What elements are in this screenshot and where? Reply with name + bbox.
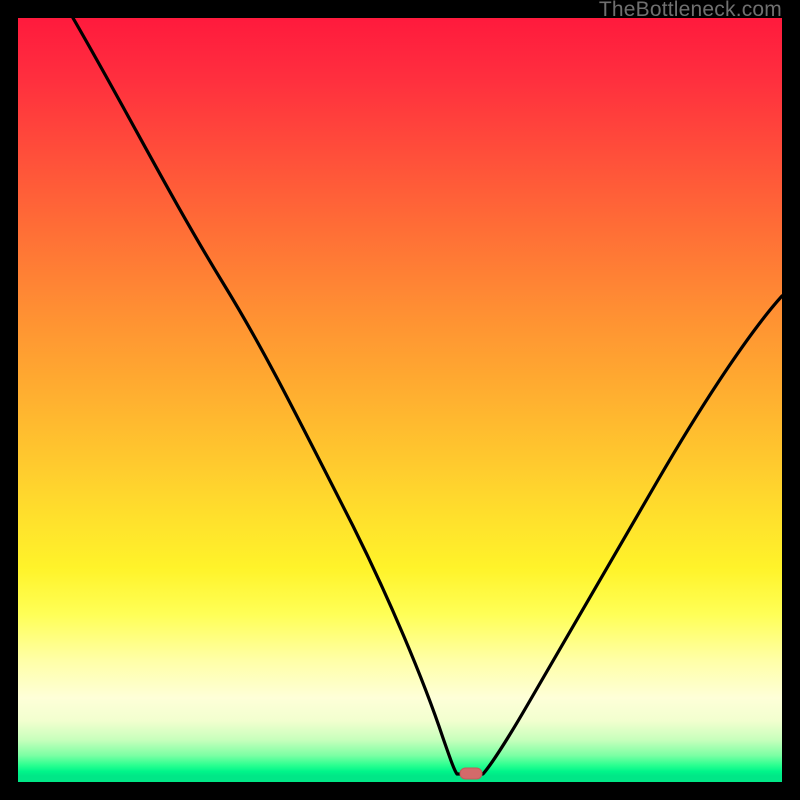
bottleneck-curve: [73, 18, 782, 774]
watermark-text: TheBottleneck.com: [599, 0, 782, 22]
curve-layer: [18, 18, 782, 782]
chart-frame: TheBottleneck.com: [0, 0, 800, 800]
plot-area: [18, 18, 782, 782]
optimal-point-marker: [460, 768, 482, 779]
